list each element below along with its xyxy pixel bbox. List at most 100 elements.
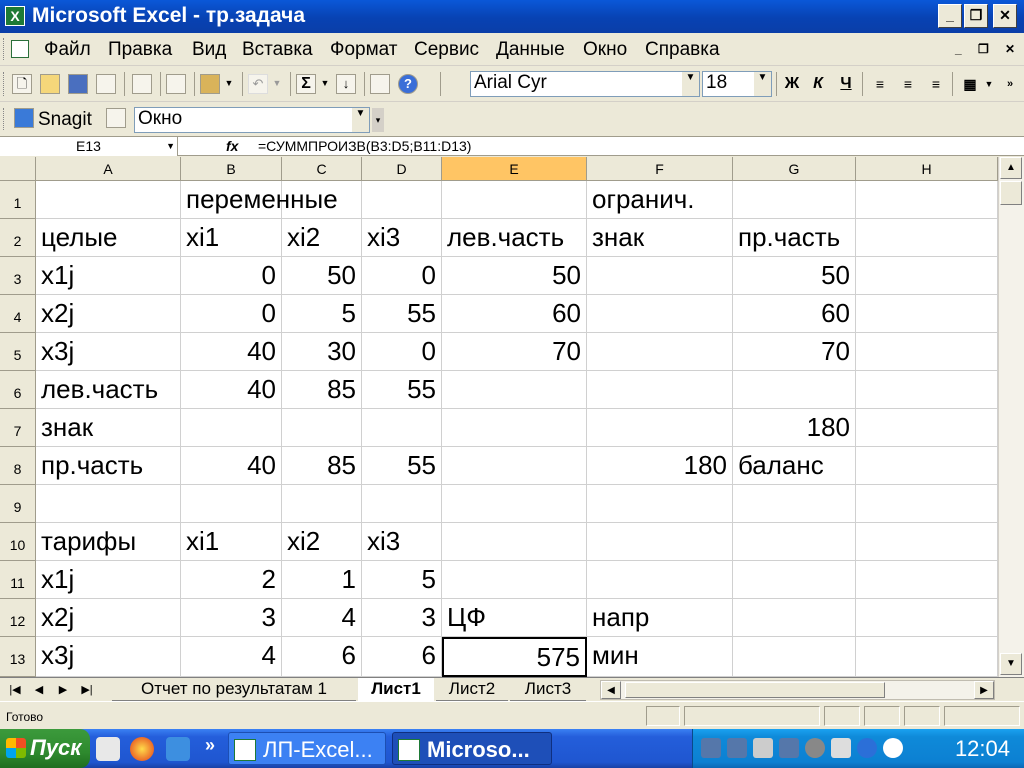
cell-f3[interactable] [587, 257, 733, 295]
next-sheet-icon[interactable]: ▶ [52, 681, 74, 699]
cell-h6[interactable] [856, 371, 998, 409]
paste-icon[interactable] [200, 74, 220, 94]
cell-c8[interactable]: 85 [282, 447, 362, 485]
cell-g4[interactable]: 60 [733, 295, 856, 333]
cell-f6[interactable] [587, 371, 733, 409]
cell-e1[interactable] [442, 181, 587, 219]
chevron-down-icon[interactable]: ▼ [166, 137, 175, 155]
column-header[interactable]: A [36, 157, 181, 181]
align-center-icon[interactable]: ≡ [896, 71, 920, 97]
sheet-tab-list1[interactable]: Лист1 [358, 678, 434, 701]
cell-c1[interactable] [282, 181, 362, 219]
cell-a2[interactable]: целые [36, 219, 181, 257]
cell-d5[interactable]: 0 [362, 333, 442, 371]
row-header[interactable]: 12 [0, 599, 36, 637]
cell-f2[interactable]: знак [587, 219, 733, 257]
minimize-button[interactable]: _ [938, 4, 962, 28]
column-header[interactable]: E [442, 157, 587, 181]
cell-f11[interactable] [587, 561, 733, 599]
menu-edit[interactable]: Правка [108, 39, 172, 61]
first-sheet-icon[interactable]: |◀ [4, 681, 26, 699]
new-icon[interactable]: 🗋 [12, 74, 32, 94]
scroll-left-icon[interactable]: ◀ [601, 681, 621, 699]
row-header[interactable]: 6 [0, 371, 36, 409]
cell-a11[interactable]: x1j [36, 561, 181, 599]
sort-ascending-icon[interactable]: ↓ [336, 74, 356, 94]
scroll-thumb[interactable] [625, 682, 885, 698]
chart-wizard-icon[interactable] [370, 74, 390, 94]
scroll-down-icon[interactable]: ▼ [1000, 653, 1022, 675]
cell-e7[interactable] [442, 409, 587, 447]
menu-help[interactable]: Справка [645, 39, 720, 61]
snagit-settings-icon[interactable] [106, 108, 126, 128]
font-size-select[interactable]: 18 ▼ [702, 71, 772, 97]
cell-b10[interactable]: xi1 [181, 523, 282, 561]
row-header[interactable]: 4 [0, 295, 36, 333]
last-sheet-icon[interactable]: ▶| [76, 681, 98, 699]
scroll-up-icon[interactable]: ▲ [1000, 157, 1022, 179]
doc-close-button[interactable]: ✕ [1005, 42, 1015, 56]
network-icon[interactable] [701, 738, 721, 758]
cell-a10[interactable]: тарифы [36, 523, 181, 561]
undo-dropdown-icon[interactable]: ▼ [270, 74, 284, 94]
cell-c6[interactable]: 85 [282, 371, 362, 409]
cell-e8[interactable] [442, 447, 587, 485]
row-header[interactable]: 5 [0, 333, 36, 371]
cell-a4[interactable]: x2j [36, 295, 181, 333]
browser-icon[interactable] [130, 737, 154, 761]
cell-d2[interactable]: xi3 [362, 219, 442, 257]
cell-c3[interactable]: 50 [282, 257, 362, 295]
cell-h3[interactable] [856, 257, 998, 295]
cell-f12[interactable]: напр [587, 599, 733, 637]
cell-f13[interactable]: мин [587, 637, 733, 677]
cell-c4[interactable]: 5 [282, 295, 362, 333]
menu-data[interactable]: Данные [496, 39, 565, 61]
cell-d1[interactable] [362, 181, 442, 219]
cell-d6[interactable]: 55 [362, 371, 442, 409]
sheet-tab-report[interactable]: Отчет по результатам 1 [112, 678, 356, 701]
ie-icon[interactable] [166, 737, 190, 761]
column-header[interactable]: F [587, 157, 733, 181]
cell-c12[interactable]: 4 [282, 599, 362, 637]
cell-e3[interactable]: 50 [442, 257, 587, 295]
italic-button[interactable]: К [806, 71, 830, 97]
task-button-excel[interactable]: Microso... [392, 732, 552, 765]
excel-icon[interactable]: X [5, 6, 25, 26]
research-icon[interactable] [166, 74, 186, 94]
save-icon[interactable] [68, 74, 88, 94]
toolbar-grip[interactable] [3, 108, 7, 130]
cell-d10[interactable]: xi3 [362, 523, 442, 561]
cell-e5[interactable]: 70 [442, 333, 587, 371]
cell-e13[interactable]: 575 [442, 637, 587, 677]
column-header[interactable]: C [282, 157, 362, 181]
cell-b8[interactable]: 40 [181, 447, 282, 485]
cell-f8[interactable]: 180 [587, 447, 733, 485]
menu-tools[interactable]: Сервис [414, 39, 479, 61]
align-right-icon[interactable]: ≡ [924, 71, 948, 97]
cell-b9[interactable] [181, 485, 282, 523]
prev-sheet-icon[interactable]: ◀ [28, 681, 50, 699]
open-icon[interactable] [40, 74, 60, 94]
print-icon[interactable] [132, 74, 152, 94]
cell-g10[interactable] [733, 523, 856, 561]
row-header[interactable]: 7 [0, 409, 36, 447]
toolbar-grip[interactable] [3, 72, 7, 96]
cell-g5[interactable]: 70 [733, 333, 856, 371]
cell-d4[interactable]: 55 [362, 295, 442, 333]
row-header[interactable]: 10 [0, 523, 36, 561]
scroll-thumb[interactable] [1000, 181, 1022, 205]
printer-icon[interactable] [753, 738, 773, 758]
select-all-button[interactable] [0, 157, 36, 181]
cell-h5[interactable] [856, 333, 998, 371]
cell-g1[interactable] [733, 181, 856, 219]
menu-insert[interactable]: Вставка [242, 39, 313, 61]
cell-d8[interactable]: 55 [362, 447, 442, 485]
close-button[interactable]: ✕ [993, 4, 1017, 28]
underline-button[interactable]: Ч [834, 71, 858, 97]
cell-g7[interactable]: 180 [733, 409, 856, 447]
cell-a12[interactable]: x2j [36, 599, 181, 637]
cell-g12[interactable] [733, 599, 856, 637]
cell-b6[interactable]: 40 [181, 371, 282, 409]
cell-c11[interactable]: 1 [282, 561, 362, 599]
menu-view[interactable]: Вид [192, 39, 226, 61]
